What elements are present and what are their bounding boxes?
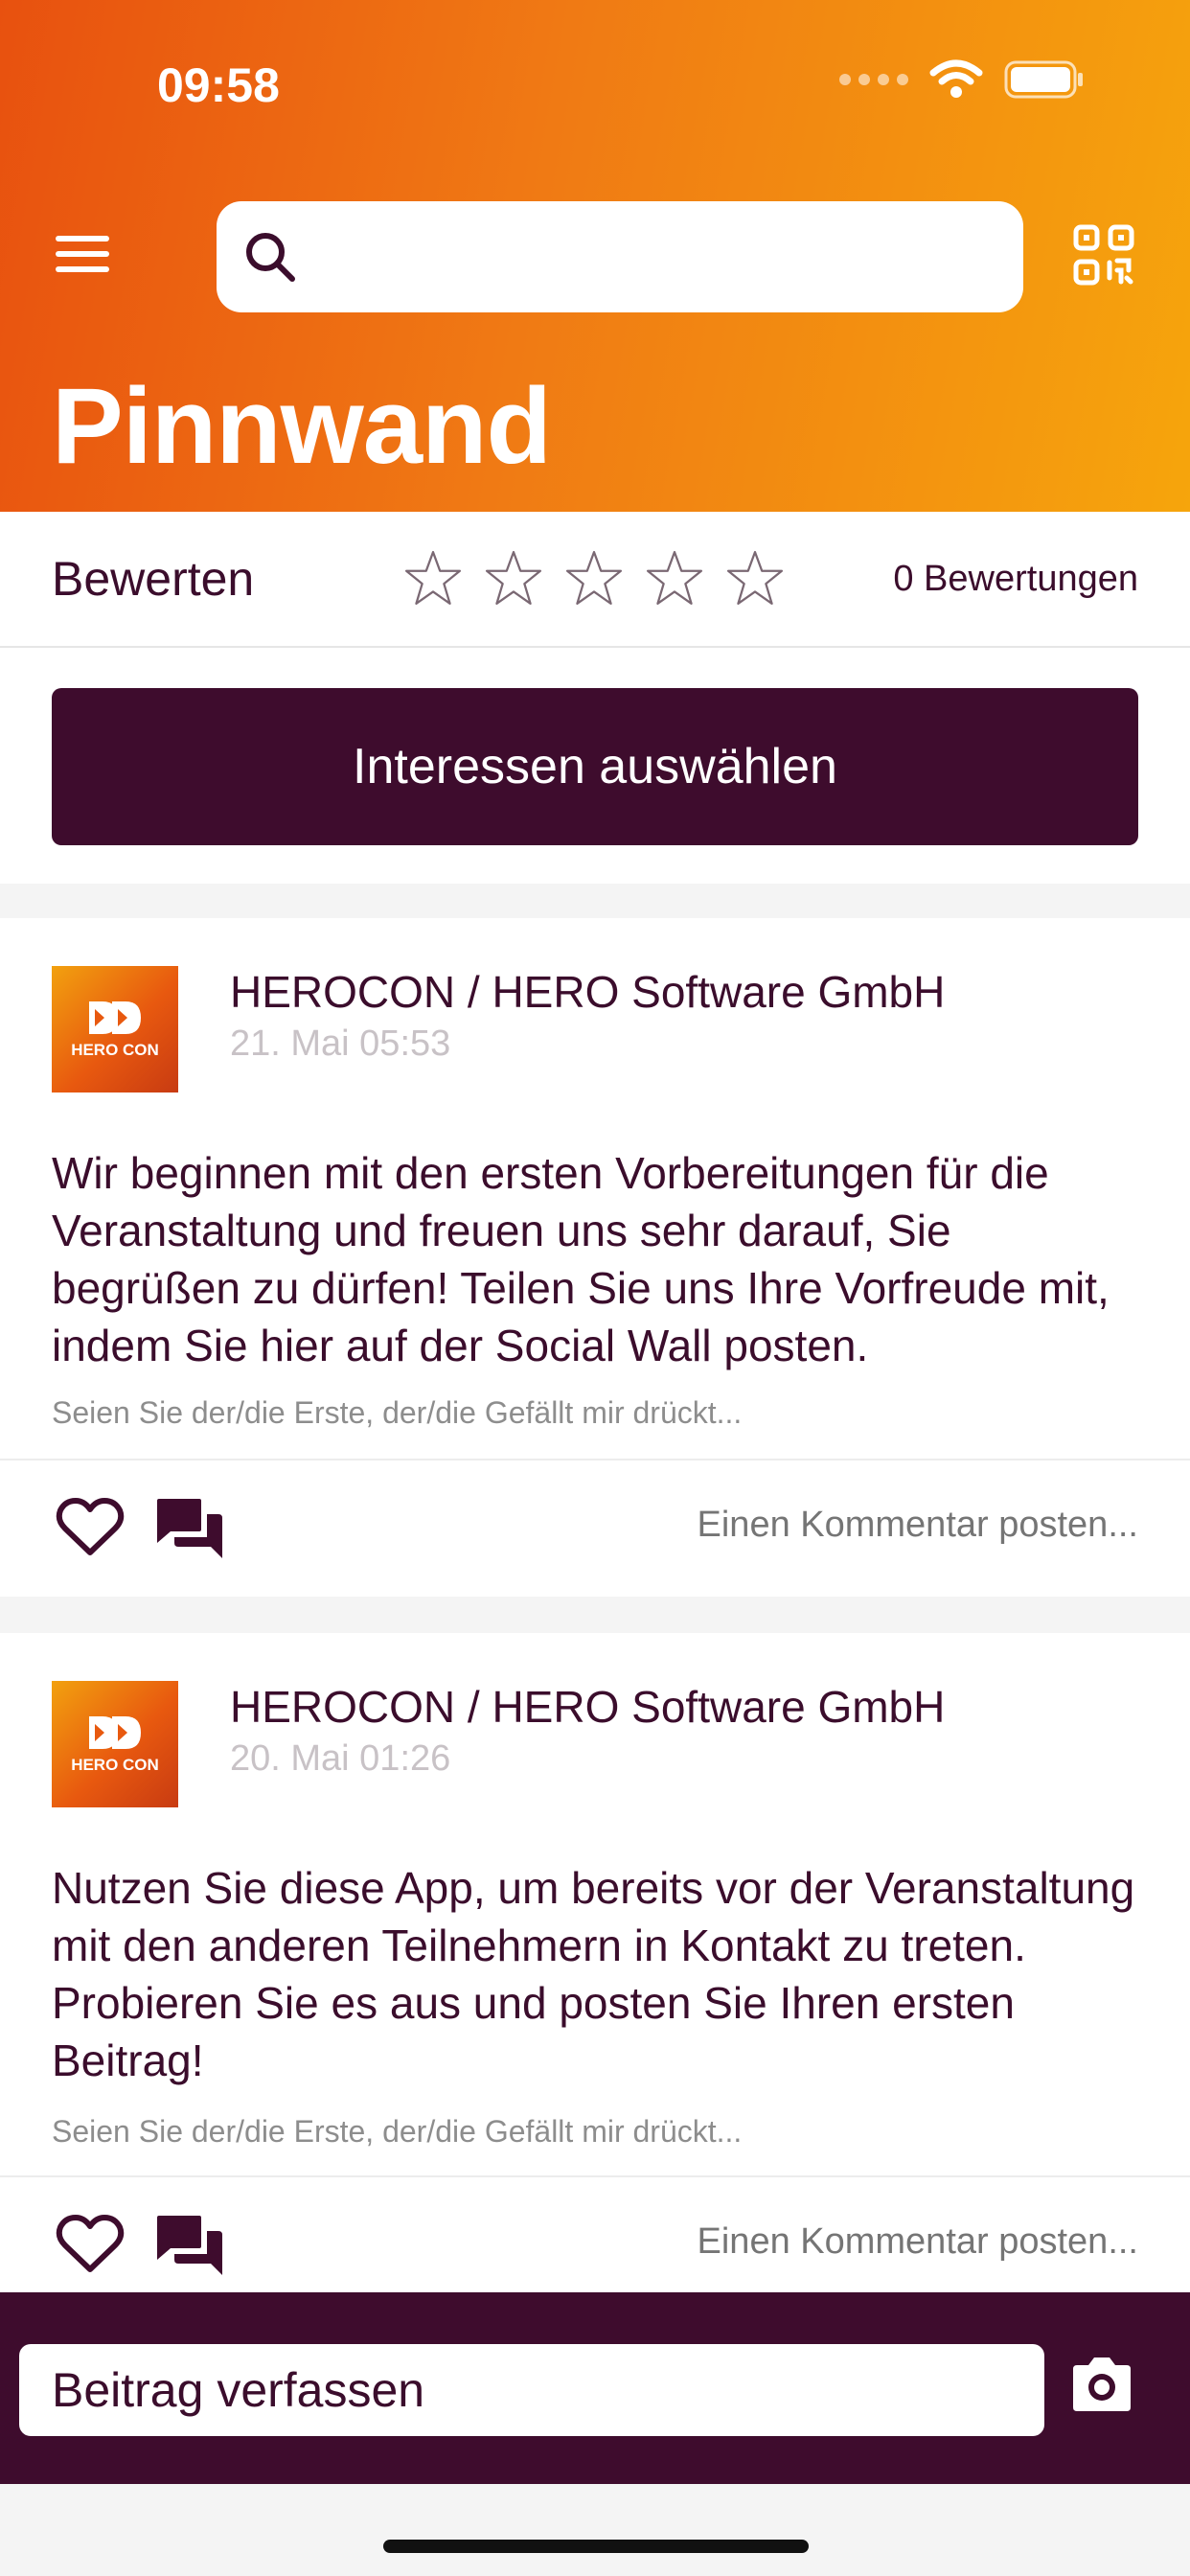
qr-code-icon[interactable]: [1073, 224, 1134, 286]
star-icon[interactable]: [484, 549, 543, 609]
battery-icon: [1004, 60, 1083, 99]
status-time: 09:58: [157, 58, 280, 112]
home-indicator[interactable]: [383, 2540, 809, 2553]
comments-icon[interactable]: [155, 1497, 224, 1562]
avatar-label: HERO CON: [71, 1040, 159, 1059]
post-card: HERO CON HEROCON / HERO Software GmbH 21…: [0, 918, 1190, 1597]
status-icons: [839, 59, 1085, 100]
select-interests-button[interactable]: Interessen auswählen: [52, 688, 1138, 845]
post-author[interactable]: HEROCON / HERO Software GmbH: [230, 1681, 945, 1733]
search-icon: [246, 233, 295, 282]
heart-icon[interactable]: [56, 2214, 125, 2275]
search-bar[interactable]: [217, 201, 1023, 312]
heart-icon[interactable]: [56, 1497, 125, 1558]
herocon-logo-icon: [89, 1000, 141, 1034]
comment-input[interactable]: [563, 2221, 1138, 2263]
avatar-label: HERO CON: [71, 1755, 159, 1774]
comments-icon[interactable]: [155, 2214, 224, 2279]
signal-icon: [839, 74, 908, 85]
post-card: HERO CON HEROCON / HERO Software GmbH 20…: [0, 1633, 1190, 2296]
post-likes-text[interactable]: Seien Sie der/die Erste, der/die Gefällt…: [52, 2114, 742, 2150]
page-title: Pinnwand: [52, 366, 552, 486]
star-icon[interactable]: [403, 549, 463, 609]
post-body: Nutzen Sie diese App, um bereits vor der…: [52, 1863, 1135, 2085]
avatar[interactable]: HERO CON: [52, 1681, 178, 1807]
comment-input[interactable]: [563, 1505, 1138, 1546]
header: 09:58 Pinnwand: [0, 0, 1190, 512]
camera-icon[interactable]: [1067, 2354, 1136, 2415]
post-date: 20. Mai 01:26: [230, 1738, 451, 1779]
post-author[interactable]: HEROCON / HERO Software GmbH: [230, 966, 945, 1018]
post-date: 21. Mai 05:53: [230, 1024, 451, 1064]
menu-icon: [56, 236, 109, 242]
herocon-logo-icon: [89, 1715, 141, 1749]
rating-bar: Bewerten 0 Bewertungen: [0, 512, 1190, 648]
star-icon[interactable]: [725, 549, 785, 609]
rating-count: 0 Bewertungen: [893, 558, 1138, 599]
rating-label: Bewerten: [52, 552, 255, 606]
search-input[interactable]: [314, 201, 1023, 312]
avatar[interactable]: HERO CON: [52, 966, 178, 1092]
wifi-icon: [929, 59, 983, 98]
rating-stars[interactable]: [403, 549, 785, 609]
compose-bar: Beitrag verfassen: [0, 2292, 1190, 2484]
post-body: Wir beginnen mit den ersten Vorbereitung…: [52, 1148, 1110, 1370]
home-indicator-area: [0, 2484, 1190, 2576]
star-icon[interactable]: [645, 549, 704, 609]
divider: [0, 1459, 1190, 1460]
post-likes-text[interactable]: Seien Sie der/die Erste, der/die Gefällt…: [52, 1395, 742, 1431]
compose-post-input[interactable]: Beitrag verfassen: [19, 2344, 1044, 2436]
interests-section: Interessen auswählen: [0, 648, 1190, 884]
menu-button[interactable]: [54, 230, 111, 278]
star-icon[interactable]: [564, 549, 624, 609]
divider: [0, 2175, 1190, 2177]
